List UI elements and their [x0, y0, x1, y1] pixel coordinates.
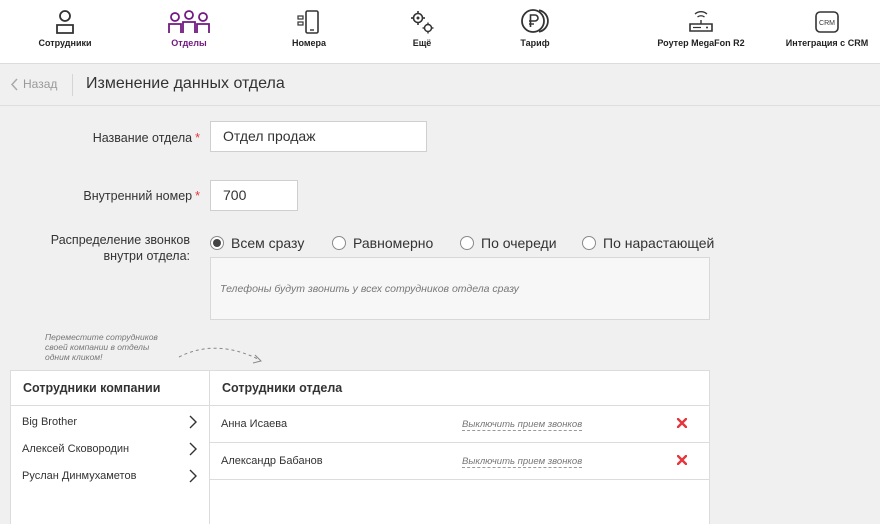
department-members-title: Сотрудники отдела — [210, 371, 709, 406]
drag-hint-text: Переместите сотрудников своей компании в… — [45, 332, 158, 362]
distribution-label: Распределение звонков внутри отдела: — [50, 233, 190, 263]
disable-calls-link[interactable]: Выключить прием звонков — [462, 419, 583, 431]
group-icon — [167, 0, 211, 36]
table-row: Александр Бабанов Выключить прием звонко… — [210, 443, 709, 480]
router-icon — [687, 0, 715, 36]
nav-item-more[interactable]: Ещё — [393, 0, 451, 64]
member-name: Анна Исаева — [221, 418, 288, 430]
remove-icon[interactable] — [677, 455, 687, 465]
employee-name: Big Brother — [22, 415, 78, 428]
svg-text:CRM: CRM — [819, 20, 835, 27]
radio-circle — [332, 236, 346, 250]
nav-label: Ещё — [412, 38, 432, 48]
nav-label: Роутер MegaFon R2 — [657, 38, 745, 48]
radio-evenly[interactable]: Равномерно — [332, 235, 433, 251]
phone-number-icon — [296, 0, 322, 36]
header-divider — [72, 74, 73, 96]
company-employees-panel: Сотрудники компании Big Brother Алексей … — [10, 370, 210, 524]
radio-circle — [460, 236, 474, 250]
back-button[interactable]: Назад — [10, 77, 57, 91]
required-mark: * — [195, 189, 200, 203]
department-name-field[interactable]: Отдел продаж — [210, 121, 427, 152]
nav-label: Отделы — [171, 38, 207, 48]
department-members-panel: Сотрудники отдела Анна Исаева Выключить … — [209, 370, 710, 524]
required-mark: * — [195, 131, 200, 145]
chevron-right-icon — [189, 442, 197, 455]
company-employees-title: Сотрудники компании — [11, 371, 209, 406]
crm-icon: CRM — [814, 0, 840, 36]
nav-item-departments[interactable]: Отделы — [160, 0, 218, 64]
list-item[interactable]: Big Brother — [11, 408, 209, 435]
nav-label: Номера — [291, 38, 327, 48]
page-title: Изменение данных отдела — [86, 75, 285, 92]
page-header: Назад Изменение данных отдела — [0, 64, 880, 106]
radio-circle — [210, 236, 224, 250]
remove-icon[interactable] — [677, 418, 687, 428]
chevron-right-icon — [189, 415, 197, 428]
list-item[interactable]: Алексей Сковородин — [11, 435, 209, 462]
employee-name: Руслан Динмухаметов — [22, 469, 137, 482]
radio-increasing[interactable]: По нарастающей — [582, 235, 714, 251]
list-item[interactable]: Руслан Динмухаметов — [11, 462, 209, 489]
nav-item-employees[interactable]: Сотрудники — [36, 0, 94, 64]
radio-circle — [582, 236, 596, 250]
chevron-right-icon — [189, 469, 197, 482]
member-name: Александр Бабанов — [221, 455, 323, 467]
gears-icon — [409, 0, 435, 36]
disable-calls-link[interactable]: Выключить прием звонков — [462, 456, 583, 468]
nav-item-router[interactable]: Роутер MegaFon R2 — [655, 0, 747, 64]
user-icon — [54, 0, 76, 36]
table-row: Анна Исаева Выключить прием звонков — [210, 406, 709, 443]
nav-item-crm[interactable]: CRM Интеграция с CRM — [780, 0, 874, 64]
nav-label: Тариф — [520, 38, 550, 48]
top-navigation: Сотрудники Отделы Номера Ещё Тариф Роуте… — [0, 0, 880, 64]
chevron-left-icon — [10, 77, 18, 91]
nav-item-numbers[interactable]: Номера — [280, 0, 338, 64]
nav-item-tariff[interactable]: Тариф — [506, 0, 564, 64]
dashed-arrow-icon — [178, 347, 262, 364]
internal-number-label: Внутренний номер * — [83, 189, 200, 203]
nav-label: Сотрудники — [38, 38, 92, 48]
radio-in-turn[interactable]: По очереди — [460, 235, 557, 251]
distribution-hint-box: Телефоны будут звонить у всех сотруднико… — [210, 257, 710, 320]
employee-name: Алексей Сковородин — [22, 442, 130, 455]
radio-all-at-once[interactable]: Всем сразу — [210, 235, 304, 251]
ruble-icon — [520, 0, 550, 36]
nav-label: Интеграция с CRM — [785, 38, 869, 48]
back-label: Назад — [23, 77, 58, 91]
department-name-label: Название отдела * — [92, 131, 200, 145]
distribution-hint: Телефоны будут звонить у всех сотруднико… — [220, 283, 519, 295]
internal-number-field[interactable]: 700 — [210, 180, 298, 211]
